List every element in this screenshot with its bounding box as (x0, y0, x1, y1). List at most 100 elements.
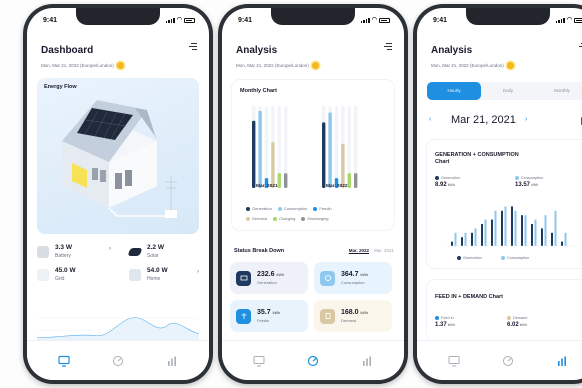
chevron-right-icon[interactable]: › (525, 116, 527, 123)
tab-daily[interactable]: Daily (481, 82, 535, 100)
nav-dashboard-button[interactable] (248, 350, 270, 372)
battery-stat-icon (37, 245, 49, 258)
status-time: 9:41 (238, 17, 253, 24)
tile-unit: kWh (360, 311, 369, 315)
home-icon (129, 268, 141, 281)
energy-flow-card[interactable]: Energy Flow (37, 78, 199, 234)
stat-value: 45.0 W (55, 267, 76, 274)
bar-consumption (464, 232, 467, 246)
tile-consumption[interactable]: 364.7 kWh Consumption (314, 262, 392, 294)
legend-item: Charging (273, 216, 295, 221)
phone-dashboard: 9:41 ◠ Dashboard Mon, Mar 21, 2022 (Euro… (23, 4, 213, 384)
month-label: Mar. 2021 (256, 184, 278, 189)
bar-demand (271, 142, 275, 188)
analysis-screen: 9:41 ◠ Analysis Mon, Mar 21, 2022 (Europ… (222, 8, 404, 380)
status-bar: 9:41 ◠ (238, 17, 390, 27)
legend-item: Generation (457, 256, 482, 260)
menu-icon[interactable] (189, 43, 197, 50)
cellular-icon (360, 18, 370, 23)
stat-label: Battery (55, 253, 71, 259)
page-title: Analysis (431, 45, 473, 56)
tile-value: 364.7 (341, 271, 359, 278)
tile-demand[interactable]: 168.0 kWh Demand (314, 300, 392, 332)
tile-unit: kWh (360, 273, 369, 277)
signal-icons: ◠ (360, 17, 390, 23)
nav-stats-button[interactable] (551, 350, 573, 372)
sun-icon (116, 62, 124, 69)
stat-value: 6.02 (507, 322, 519, 328)
consumption-icon (320, 270, 335, 286)
stat-unit: kWh (531, 183, 539, 187)
date-text: Mon, Mar 21, 2022 (Europe/London) (431, 63, 504, 68)
generation-consumption-card: GENERATION + CONSUMPTION Chart Generatio… (427, 140, 582, 268)
nav-analysis-button[interactable] (302, 350, 324, 372)
nav-analysis-button[interactable] (497, 350, 519, 372)
tile-generation[interactable]: 232.6 kWh Generation (230, 262, 308, 294)
tile-label: Demand (341, 318, 357, 323)
tile-label: Consumption (341, 280, 365, 285)
generation-stat: Generation 8.92kWh (435, 176, 460, 188)
stat-battery[interactable]: 3.3 W Battery (37, 244, 107, 259)
nav-dashboard-button[interactable] (53, 350, 75, 372)
gauge-icon (307, 355, 319, 366)
status-breakdown-title: Status Break Down (234, 248, 285, 254)
card-title: GENERATION + CONSUMPTION Chart (435, 152, 519, 165)
bar-discharging (354, 173, 358, 188)
breakdown-tabs: Mar. 2022 Mar. 2021 (349, 248, 394, 253)
date-navigator: ‹ Mar 21, 2021 › (429, 114, 582, 128)
battery-icon (574, 18, 582, 23)
stat-unit: kWh (447, 323, 455, 327)
bottom-nav (222, 340, 404, 380)
gauge-icon (113, 355, 123, 366)
date-line: Mon, Mar 21, 2022 (Europe/London) (236, 62, 319, 69)
wifi-icon: ◠ (371, 17, 377, 23)
house-illustration (62, 100, 177, 218)
tab-monthly[interactable]: Monthly (535, 82, 582, 100)
nav-stats-button[interactable] (161, 350, 183, 372)
bar-consumption (494, 210, 497, 246)
status-time: 9:41 (433, 17, 448, 24)
detail-screen: 9:41 ◠ Analysis Mon, Mar 21, 2022 (Europ… (417, 8, 582, 380)
bar-generation (252, 120, 256, 188)
bar-generation (551, 232, 553, 246)
bar-generation (531, 224, 533, 246)
chevron-right-icon[interactable]: › (197, 269, 199, 275)
status-time: 9:41 (43, 17, 58, 24)
stat-solar[interactable]: 2.2 W Solar (127, 244, 199, 259)
nav-dashboard-button[interactable] (443, 350, 465, 372)
date-text: Mon, Mar 21, 2022 (Europe/London) (236, 63, 309, 68)
feedin-stat: Feed in 1.37kWh (435, 316, 455, 328)
chevron-left-icon[interactable]: ‹ (429, 116, 431, 123)
bar-consumption (564, 232, 567, 246)
stat-grid[interactable]: 45.0 W Grid (37, 267, 107, 282)
feedin-icon (236, 308, 251, 324)
monitor-icon (58, 355, 70, 367)
stats-row: 3.3 W Battery › 2.2 W Solar (37, 244, 199, 259)
bar-consumption (328, 112, 332, 188)
monitor-icon (448, 355, 460, 366)
stat-label: Generation (441, 176, 460, 180)
tab-mar-2021[interactable]: Mar. 2021 (374, 248, 394, 253)
chevron-right-icon[interactable]: › (109, 246, 111, 252)
menu-icon[interactable] (384, 43, 392, 50)
stat-label: Demand (513, 316, 528, 320)
grid-tower-icon (37, 268, 49, 281)
stat-label: Home (147, 276, 161, 282)
stat-home[interactable]: 54.0 W Home (129, 267, 199, 282)
nav-analysis-button[interactable] (107, 350, 129, 372)
demand-icon (320, 308, 335, 324)
bar-consumption (258, 110, 262, 188)
dashboard-header: Dashboard (41, 40, 197, 56)
phone-analysis: 9:41 ◠ Analysis Mon, Mar 21, 2022 (Europ… (218, 4, 408, 384)
bar-generation (541, 228, 543, 246)
tab-mar-2022[interactable]: Mar. 2022 (349, 248, 369, 253)
power-wave-chart (36, 304, 200, 344)
period-tabs: Hourly Daily Monthly (427, 82, 582, 100)
stat-unit: kWh (447, 183, 455, 187)
nav-stats-button[interactable] (356, 350, 378, 372)
tab-hourly[interactable]: Hourly (427, 82, 481, 100)
month-label: Mar. 2022 (326, 184, 348, 189)
chart-title: Monthly Chart (240, 88, 277, 94)
stat-value: 3.3 W (55, 244, 72, 251)
tile-feedin[interactable]: 35.7 kWh Feedin (230, 300, 308, 332)
